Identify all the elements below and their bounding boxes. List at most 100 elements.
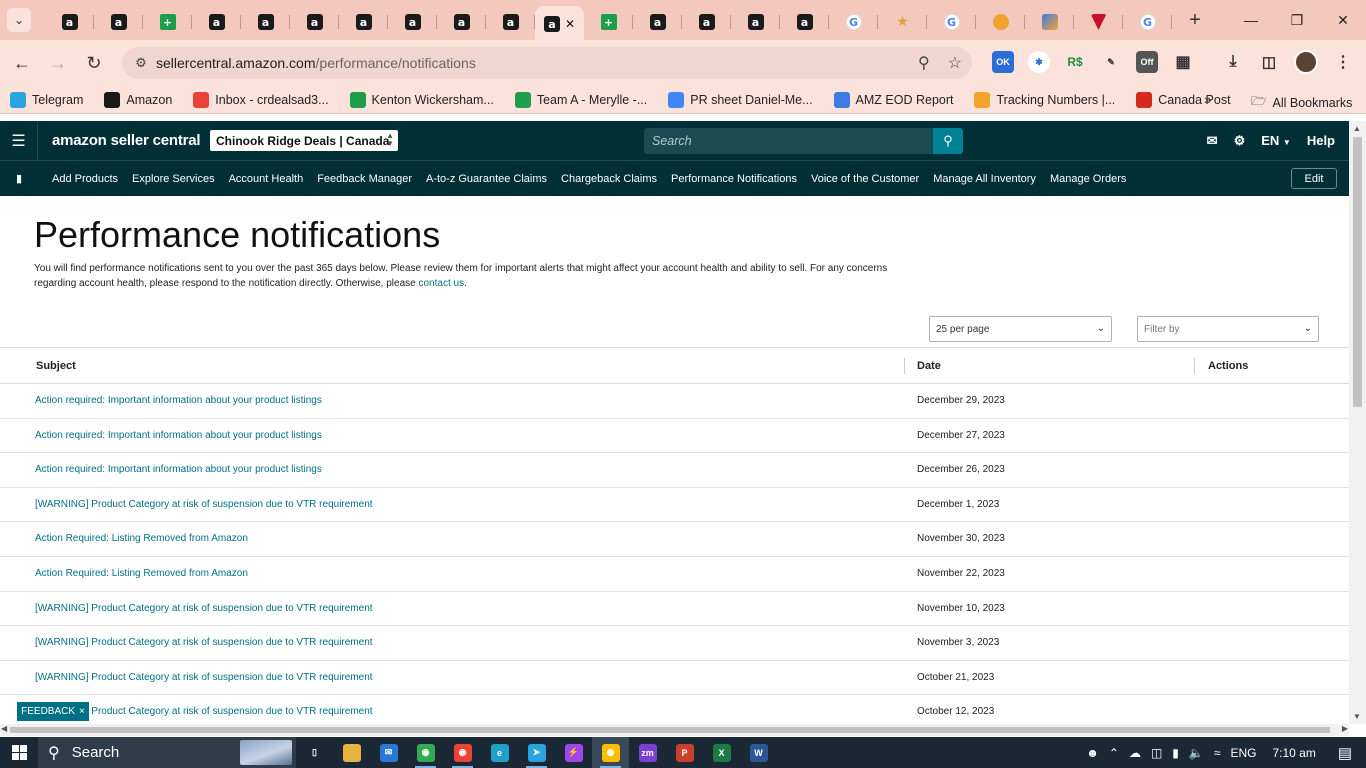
bookmark-item[interactable]: Kenton Wickersham...	[349, 91, 494, 108]
subject-header[interactable]: Subject	[36, 360, 76, 372]
nav-link[interactable]: Explore Services	[132, 173, 215, 185]
minimize-icon[interactable]: —	[1228, 0, 1274, 40]
back-icon[interactable]: ←	[4, 45, 40, 81]
scroll-thumb[interactable]	[1353, 137, 1362, 407]
clock[interactable]: 7:10 am	[1272, 746, 1315, 760]
filter-select[interactable]: Filter by ⌄	[1137, 316, 1319, 342]
download-icon[interactable]: ⤓	[1222, 51, 1244, 73]
browser-tab[interactable]	[1074, 6, 1123, 38]
notifications-icon[interactable]: ▤	[1338, 744, 1352, 762]
taskbar-app[interactable]: W	[740, 737, 777, 768]
people-icon[interactable]: ☻	[1086, 746, 1099, 760]
nav-link[interactable]: Manage Orders	[1050, 173, 1126, 185]
nav-link[interactable]: Feedback Manager	[317, 173, 412, 185]
search-icon[interactable]: ⚲	[933, 128, 963, 154]
browser-tab[interactable]: a	[780, 6, 829, 38]
language-selector[interactable]: EN ▼	[1261, 133, 1291, 148]
browser-tab[interactable]: a	[45, 6, 94, 38]
browser-tab[interactable]: a	[388, 6, 437, 38]
taskbar-app[interactable]: ◉	[444, 737, 481, 768]
taskbar-app[interactable]: ✉	[370, 737, 407, 768]
bookmark-item[interactable]: Amazon	[104, 91, 172, 108]
browser-tab[interactable]: ★	[878, 6, 927, 38]
notification-subject-link[interactable]: Action Required: Listing Removed from Am…	[35, 533, 248, 544]
taskbar-app[interactable]: ▯	[296, 737, 333, 768]
scroll-thumb[interactable]	[10, 727, 1330, 733]
browser-tab[interactable]: a	[241, 6, 290, 38]
menu-kebab-icon[interactable]: ⋮	[1332, 51, 1354, 73]
horizontal-scrollbar[interactable]: ◀ ▶	[0, 724, 1349, 736]
nav-link[interactable]: Chargeback Claims	[561, 173, 657, 185]
bookmark-ribbon-icon[interactable]: ▮	[0, 172, 38, 185]
browser-tab[interactable]: a	[192, 6, 241, 38]
mail-icon[interactable]: ✉	[1207, 133, 1218, 149]
nav-link[interactable]: Add Products	[52, 173, 118, 185]
scroll-left-icon[interactable]: ◀	[1, 724, 7, 733]
scroll-right-icon[interactable]: ▶	[1342, 724, 1348, 733]
zoom-icon[interactable]: ⚲	[918, 53, 930, 73]
bookmark-item[interactable]: AMZ EOD Report	[833, 91, 953, 108]
close-window-icon[interactable]: ✕	[1320, 0, 1366, 40]
taskbar-app[interactable]	[333, 737, 370, 768]
browser-tab[interactable]: +	[143, 6, 192, 38]
address-bar[interactable]: ⚙ sellercentral.amazon.com/performance/n…	[122, 47, 972, 79]
notification-subject-link[interactable]: Action Required: Listing Removed from Am…	[35, 568, 248, 579]
browser-tab[interactable]: a	[437, 6, 486, 38]
edit-nav-button[interactable]: Edit	[1291, 168, 1337, 189]
nav-link[interactable]: Voice of the Customer	[811, 173, 919, 185]
battery-icon[interactable]: ▮	[1172, 746, 1179, 760]
side-panel-icon[interactable]: ◫	[1258, 51, 1280, 73]
site-info-icon[interactable]: ⚙	[126, 55, 156, 71]
close-tab-icon[interactable]: ✕	[565, 17, 575, 31]
browser-tab[interactable]: +	[584, 6, 633, 38]
notification-subject-link[interactable]: [WARNING] Product Category at risk of su…	[35, 672, 373, 683]
bookmark-item[interactable]: Inbox - crdealsad3...	[193, 91, 329, 108]
browser-tab[interactable]: a	[633, 6, 682, 38]
new-tab-button[interactable]: +	[1180, 9, 1210, 32]
gear-icon[interactable]: ⚙	[1234, 133, 1246, 149]
date-header[interactable]: Date	[917, 360, 941, 372]
volume-icon[interactable]: 🔈	[1189, 746, 1204, 760]
browser-tab[interactable]: a	[486, 6, 535, 38]
feedback-button[interactable]: FEEDBACK ×	[17, 702, 89, 721]
taskbar-app[interactable]: ➤	[518, 737, 555, 768]
chevron-up-icon[interactable]: ⌃	[1109, 746, 1119, 760]
reload-icon[interactable]: ↻	[76, 45, 112, 81]
browser-tab[interactable]	[1025, 6, 1074, 38]
all-bookmarks[interactable]: 🗁 All Bookmarks	[1251, 92, 1352, 113]
browser-tab[interactable]: G	[1123, 6, 1172, 38]
extension-icon[interactable]: ✎	[1100, 51, 1122, 73]
taskbar-app[interactable]: ◉	[592, 737, 629, 768]
browser-tab[interactable]: a	[682, 6, 731, 38]
per-page-select[interactable]: 25 per page ⌄	[929, 316, 1112, 342]
bookmark-item[interactable]: Telegram	[10, 91, 83, 108]
seller-central-logo[interactable]: amazon seller central	[52, 132, 201, 149]
help-link[interactable]: Help	[1307, 133, 1335, 148]
nav-link[interactable]: A-to-z Guarantee Claims	[426, 173, 547, 185]
browser-tab[interactable]: G	[829, 6, 878, 38]
browser-tab[interactable]: a ✕	[535, 6, 584, 42]
forward-icon[interactable]: →	[40, 45, 76, 81]
puzzle-icon[interactable]: ▦	[1172, 51, 1194, 73]
windows-start-icon[interactable]	[0, 737, 38, 768]
browser-tab[interactable]: a	[731, 6, 780, 38]
scroll-down-icon[interactable]: ▼	[1353, 712, 1361, 721]
notification-subject-link[interactable]: [WARNING] Product Category at risk of su…	[35, 637, 373, 648]
nav-link[interactable]: Manage All Inventory	[933, 173, 1036, 185]
seller-search-input[interactable]: Search	[644, 128, 934, 154]
profile-avatar[interactable]	[1294, 50, 1318, 74]
nav-link[interactable]: Performance Notifications	[671, 173, 797, 185]
off-extension-icon[interactable]: Off	[1136, 51, 1158, 73]
scroll-up-icon[interactable]: ▲	[1353, 124, 1361, 133]
taskbar-app[interactable]: e	[481, 737, 518, 768]
notification-subject-link[interactable]: Action required: Important information a…	[35, 464, 322, 475]
notification-subject-link[interactable]: Action required: Important information a…	[35, 430, 322, 441]
browser-tab[interactable]: a	[339, 6, 388, 38]
taskbar-app[interactable]: ◉	[407, 737, 444, 768]
wifi-icon[interactable]: ≈	[1214, 746, 1221, 760]
more-bookmarks-icon[interactable]: »	[1204, 91, 1212, 107]
bookmark-item[interactable]: Tracking Numbers |...	[974, 91, 1115, 108]
notification-subject-link[interactable]: Action required: Important information a…	[35, 395, 322, 406]
bookmark-item[interactable]: Team A - Merylle -...	[514, 91, 647, 108]
browser-tab[interactable]: G	[927, 6, 976, 38]
